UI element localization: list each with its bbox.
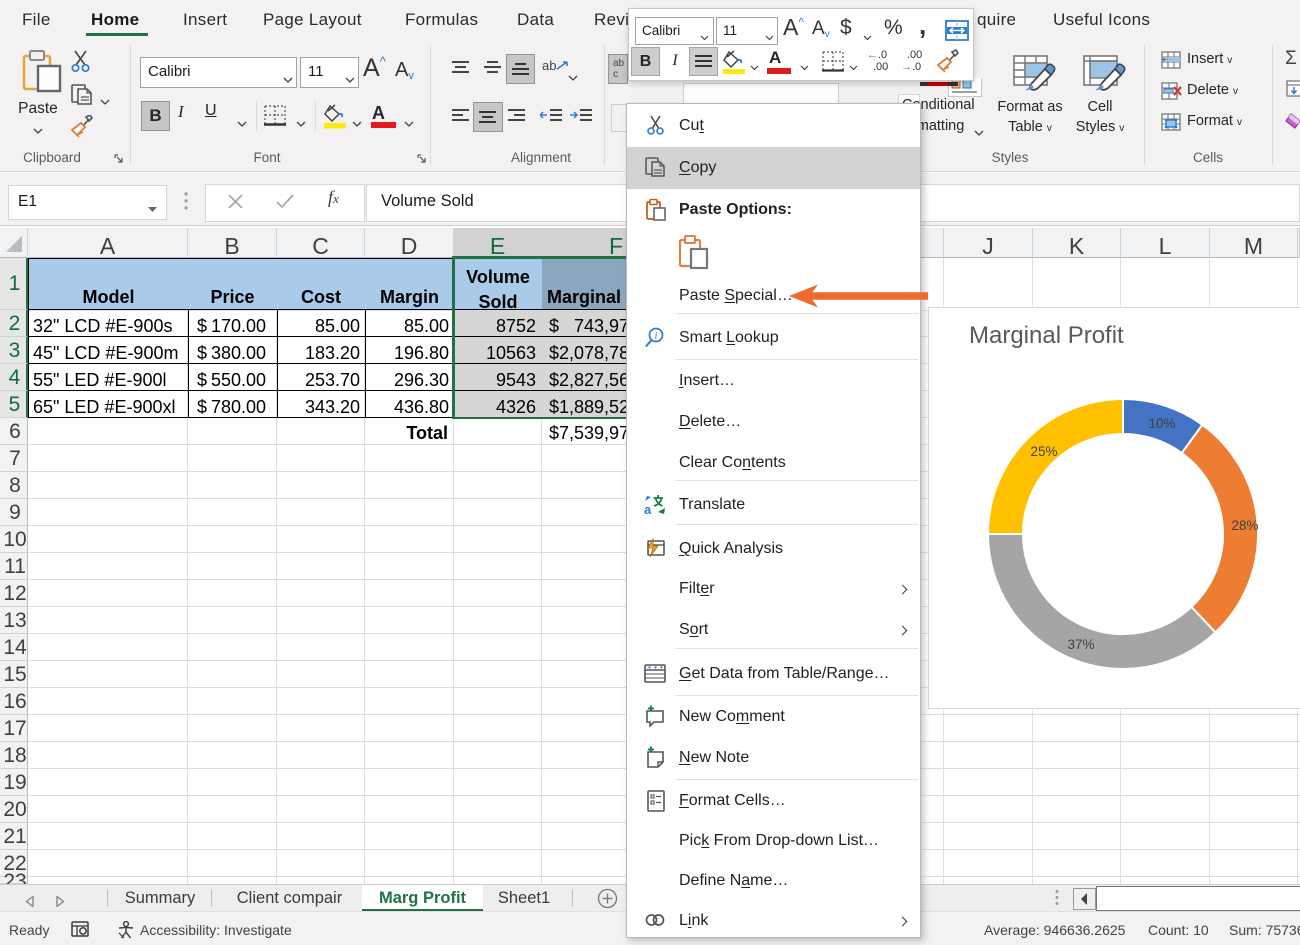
svg-text:28%: 28% <box>1231 518 1258 533</box>
svg-text:i: i <box>655 331 658 341</box>
svg-text:25%: 25% <box>1030 444 1057 459</box>
svg-text:10%: 10% <box>1148 416 1175 431</box>
svg-text:a: a <box>644 502 652 517</box>
svg-text:37%: 37% <box>1067 637 1094 652</box>
